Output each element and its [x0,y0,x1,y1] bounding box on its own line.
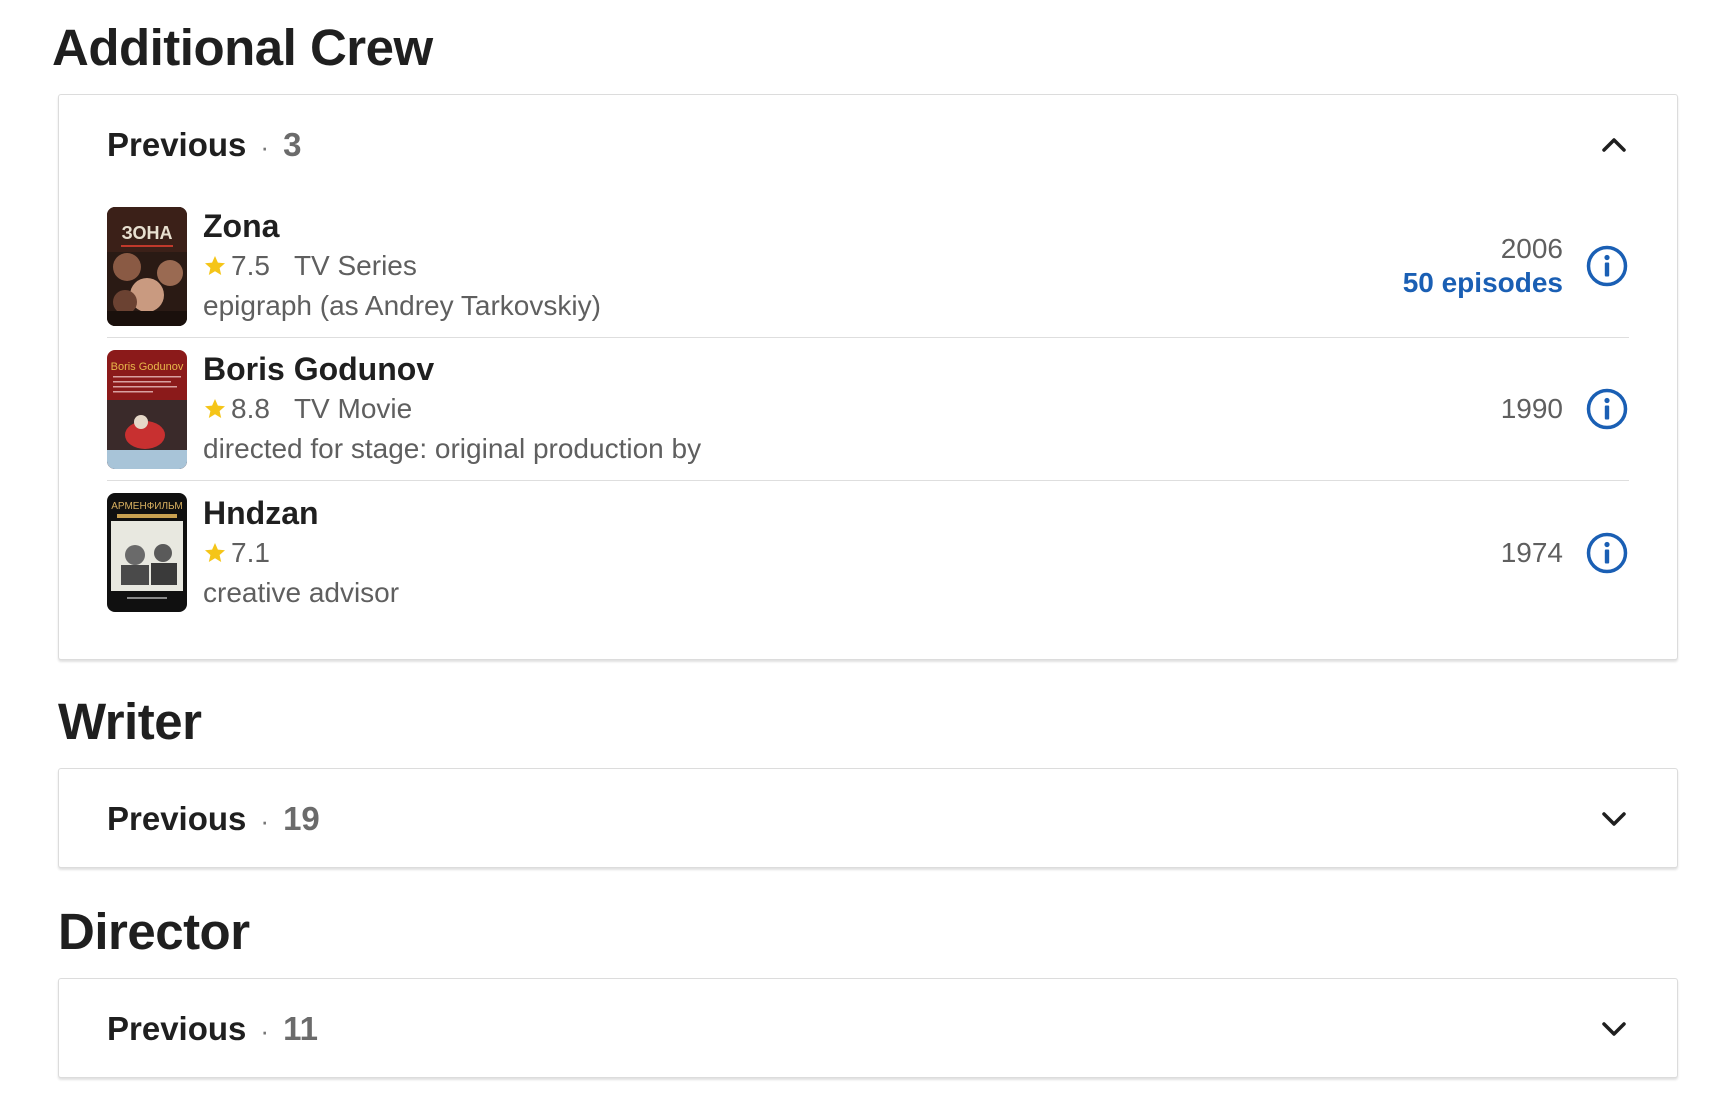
credit-year: 1974 [1500,536,1563,568]
header-count: 3 [283,126,302,163]
header-label: Previous [107,126,247,163]
poster-zona[interactable]: ЗОНА [107,206,187,326]
info-circle-icon[interactable] [1585,387,1629,431]
info-circle-icon[interactable] [1585,531,1629,575]
credit-rating: 8.8 [231,393,270,424]
credit-year: 1990 [1500,393,1563,424]
credit-row-hndzan: АРМЕНФИЛЬМ Hndzan 7.1 creative advisor 1… [107,481,1629,624]
credit-role-hndzan: creative advisor [203,576,400,608]
director-card: Previous · 11 [58,978,1678,1078]
credit-role-zona: epigraph (as Andrey Tarkovskiy) [203,290,601,321]
header-label: Previous [107,800,247,837]
poster-hndzan-title: АРМЕНФИЛЬМ [111,501,182,512]
credit-type: TV Series [293,250,417,281]
poster-boris-title: Boris Godunov [111,361,184,373]
additional-crew-header: Previous · 3 [107,126,301,164]
writer-header: Previous · 19 [107,800,320,838]
header-label: Previous [107,1010,247,1047]
star-icon [205,542,225,562]
section-title-director: Director [58,903,250,960]
director-toggle[interactable]: Previous · 11 [59,979,1677,1079]
header-separator: · [260,132,270,162]
credit-title-zona[interactable]: Zona [203,206,1403,246]
credit-list: ЗОНА Zona 7.5 TV Series epigraph (as And… [59,195,1677,664]
episodes-link[interactable]: 50 episodes [1403,266,1563,300]
chevron-down-icon[interactable] [1599,804,1629,834]
star-icon [205,256,225,275]
credit-right-boris-godunov: 1990 [1501,392,1563,426]
credit-title-boris-godunov[interactable]: Boris Godunov [203,349,1501,389]
credit-meta-boris-godunov: 8.8 TV Movie [203,389,1501,429]
info-circle-icon[interactable] [1585,244,1629,288]
credit-row-zona: ЗОНА Zona 7.5 TV Series epigraph (as And… [107,195,1629,338]
credit-rating: 7.1 [231,536,270,568]
writer-toggle[interactable]: Previous · 19 [59,769,1677,869]
credit-type: TV Movie [293,393,413,424]
chevron-up-icon[interactable] [1599,130,1629,160]
credit-info-boris-godunov: Boris Godunov 8.8 TV Movie directed for … [203,349,1501,469]
writer-card: Previous · 19 [58,768,1678,868]
additional-crew-card: Previous · 3 ЗОНА Zona 7.5 TV Series epi… [58,94,1678,660]
poster-hndzan[interactable]: АРМЕНФИЛЬМ [107,493,187,612]
additional-crew-toggle[interactable]: Previous · 3 [59,95,1677,195]
poster-boris-godunov[interactable]: Boris Godunov [107,349,187,469]
credit-meta-zona: 7.5 TV Series [203,246,1403,286]
credit-rating: 7.5 [231,250,270,281]
header-separator: · [260,806,270,836]
credit-info-zona: Zona 7.5 TV Series epigraph (as Andrey T… [203,206,1403,326]
section-title-writer: Writer [58,693,202,750]
director-header: Previous · 11 [107,1010,318,1048]
credit-meta-hndzan: 7.1 [203,533,1501,573]
credit-row-boris-godunov: Boris Godunov Boris Godunov 8.8 TV Movie [107,338,1629,481]
star-icon [205,399,225,418]
credit-role-boris-godunov: directed for stage: original production … [203,433,702,464]
page: Additional Crew Previous · 3 ЗОНА Zona 7… [0,0,1736,1120]
poster-zona-title: ЗОНА [121,223,172,243]
credit-year: 2006 [1500,233,1563,264]
credit-info-hndzan: Hndzan 7.1 creative advisor [203,493,1501,613]
section-title-additional-crew: Additional Crew [52,19,433,76]
credit-right-zona: 2006 50 episodes [1403,232,1563,300]
header-count: 19 [283,800,320,837]
header-separator: · [260,1016,270,1046]
header-count: 11 [283,1010,318,1047]
credit-right-hndzan: 1974 [1501,536,1563,570]
credit-title-hndzan[interactable]: Hndzan [203,493,1501,533]
chevron-down-icon[interactable] [1599,1014,1629,1044]
